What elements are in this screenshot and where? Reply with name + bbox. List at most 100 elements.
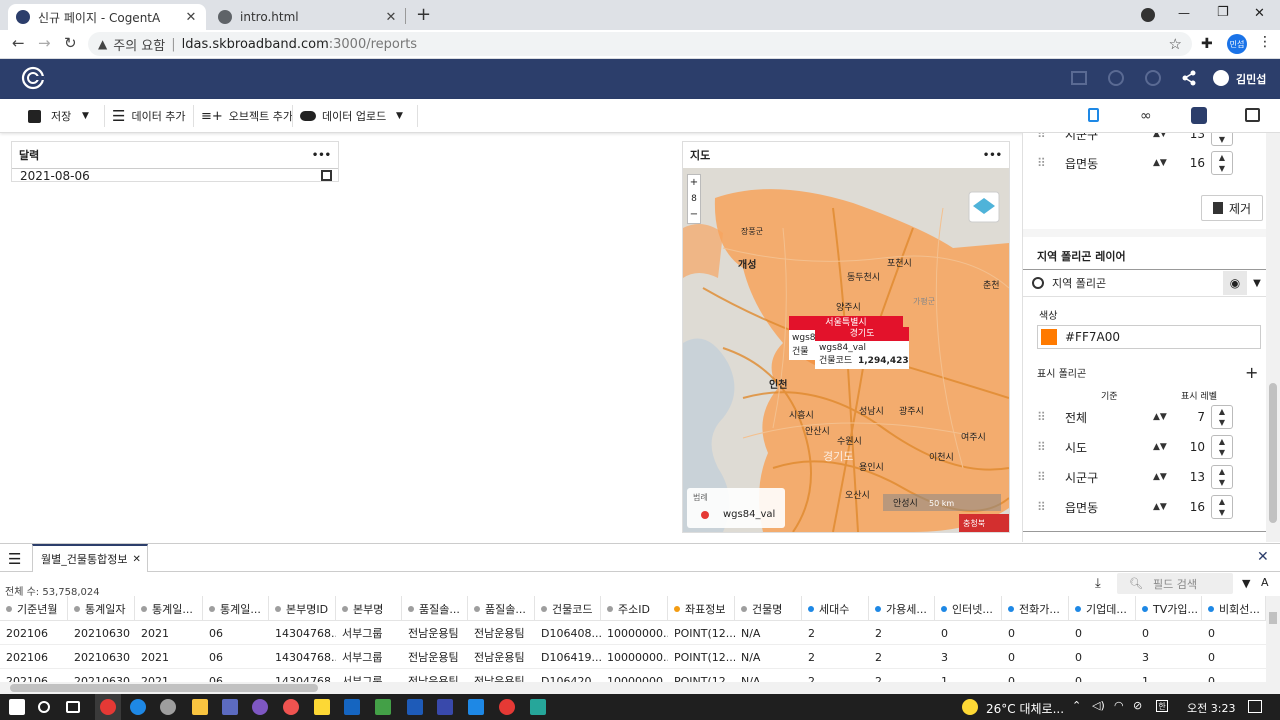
color-swatch[interactable] bbox=[1041, 329, 1057, 345]
app-icon[interactable] bbox=[499, 699, 515, 715]
grid-vertical-scrollbar[interactable] bbox=[1266, 596, 1280, 694]
tab-building-info[interactable]: 월별_건물통합정보 ✕ bbox=[32, 544, 148, 572]
date-input[interactable]: 2021-08-06 bbox=[12, 168, 338, 183]
save-dropdown-chevron-icon[interactable]: ▼ bbox=[82, 99, 89, 133]
app-icon[interactable] bbox=[252, 699, 268, 715]
drag-handle-icon[interactable]: ⠿ bbox=[1037, 500, 1057, 514]
drag-handle-icon[interactable]: ⠿ bbox=[1037, 156, 1057, 170]
hamburger-menu-icon[interactable]: ☰ bbox=[8, 550, 21, 568]
upload-dropdown-chevron-icon[interactable]: ▼ bbox=[396, 99, 403, 133]
maximize-button[interactable]: ❐ bbox=[1217, 5, 1229, 20]
grid-horizontal-scrollbar[interactable] bbox=[0, 682, 1266, 694]
save-button[interactable]: 저장 bbox=[28, 99, 71, 133]
vscode-icon[interactable] bbox=[468, 699, 484, 715]
drag-handle-icon[interactable]: ⠿ bbox=[1037, 440, 1057, 454]
level-stepper[interactable]: ▲▼ bbox=[1211, 405, 1233, 429]
column-header[interactable]: 주소ID bbox=[601, 596, 668, 621]
table-row[interactable]: 2021062021063020210614304768...서부그룹전남운용팀… bbox=[0, 621, 1266, 645]
level-stepper[interactable]: ▲▼ bbox=[1211, 435, 1233, 459]
filter-icon[interactable]: ▼ bbox=[1242, 577, 1250, 590]
network-icon[interactable]: ⊘ bbox=[1133, 699, 1142, 712]
column-header[interactable]: 기준년월 bbox=[0, 596, 68, 621]
column-header[interactable]: 본부명ID bbox=[269, 596, 336, 621]
forward-arrow-icon[interactable]: → bbox=[38, 34, 51, 52]
browser-tab-intro[interactable]: intro.html ✕ bbox=[210, 4, 406, 30]
sort-icon[interactable]: ▲▼ bbox=[1153, 412, 1183, 422]
column-header[interactable]: 건물명 bbox=[735, 596, 802, 621]
lock-icon[interactable] bbox=[1088, 108, 1099, 122]
add-object-button[interactable]: ≡+ 오브젝트 추가 bbox=[201, 99, 293, 133]
column-header[interactable]: 전화가... bbox=[1002, 596, 1069, 621]
browser-menu-icon[interactable]: ⋮ bbox=[1258, 34, 1272, 50]
volume-icon[interactable]: ◁) bbox=[1092, 699, 1105, 712]
layer-header[interactable]: 지역 폴리곤 ◉ ▼ bbox=[1023, 269, 1266, 297]
column-header[interactable]: 통계일... bbox=[203, 596, 269, 621]
new-tab-button[interactable]: + bbox=[416, 4, 431, 25]
sort-icon[interactable]: ▲▼ bbox=[1153, 472, 1183, 482]
widget-menu-icon[interactable]: ••• bbox=[312, 150, 331, 161]
app-icon[interactable] bbox=[222, 699, 238, 715]
sort-icon[interactable]: ▲▼ bbox=[1153, 133, 1183, 139]
remove-button[interactable]: 제거 bbox=[1201, 195, 1263, 221]
ime-icon[interactable]: 한 bbox=[1156, 700, 1168, 712]
level-row[interactable]: ⠿ 시군구 ▲▼ 13 ▲▼ bbox=[1037, 462, 1233, 492]
panel-close-button[interactable]: ✕ bbox=[1257, 549, 1269, 565]
tab-search-icon[interactable] bbox=[1141, 8, 1155, 22]
zoom-in-button[interactable]: + bbox=[688, 175, 700, 191]
column-header[interactable]: 본부명 bbox=[336, 596, 402, 621]
tab-close-icon[interactable]: ✕ bbox=[384, 10, 398, 25]
widget-menu-icon[interactable]: ••• bbox=[983, 150, 1002, 161]
sort-icon[interactable]: ▲▼ bbox=[1153, 502, 1183, 512]
level-row[interactable]: ⠿ 시군구 ▲▼ 13 ▲▼ bbox=[1037, 133, 1233, 149]
column-header[interactable]: 품질솔... bbox=[402, 596, 468, 621]
level-row[interactable]: ⠿ 읍면동 ▲▼ 16 ▲ ▼ bbox=[1037, 148, 1233, 178]
zoom-out-button[interactable]: − bbox=[688, 207, 700, 223]
right-panel-scrollbar[interactable] bbox=[1266, 133, 1280, 542]
window-close-button[interactable]: ✕ bbox=[1254, 6, 1265, 21]
chevron-down-icon[interactable]: ▼ bbox=[1247, 278, 1266, 289]
url-omnibox[interactable]: ▲ 주의 요함 | ldas.skbroadband.com :3000/rep… bbox=[88, 32, 1192, 56]
tab-close-icon[interactable]: ✕ bbox=[132, 554, 140, 565]
database-icon[interactable] bbox=[1191, 107, 1207, 124]
table-row[interactable]: 2021062021063020210614304768...서부그룹전남운용팀… bbox=[0, 645, 1266, 669]
app-icon[interactable] bbox=[283, 699, 299, 715]
browser-tab-cogenta[interactable]: 신규 페이지 - CogentA ✕ bbox=[8, 4, 206, 30]
column-header[interactable]: 통계일... bbox=[135, 596, 203, 621]
search-icon[interactable] bbox=[38, 701, 50, 713]
profile-avatar[interactable]: 민섭 bbox=[1227, 34, 1247, 54]
drag-handle-icon[interactable]: ⠿ bbox=[1037, 410, 1057, 424]
column-header[interactable]: 기업데... bbox=[1069, 596, 1136, 621]
map-canvas[interactable]: + 8 − 장풍군 개성 동두천시 포천시 양주시 춘천 인천 시흥시 안산시 … bbox=[683, 168, 1009, 532]
settings-gear-icon[interactable] bbox=[160, 699, 176, 715]
drag-handle-icon[interactable]: ⠿ bbox=[1037, 133, 1057, 141]
calendar-icon[interactable] bbox=[321, 170, 332, 181]
file-explorer-icon[interactable] bbox=[192, 699, 208, 715]
extensions-icon[interactable]: ✚ bbox=[1201, 36, 1213, 52]
user-name[interactable]: 김민섭 bbox=[1236, 71, 1266, 87]
cogenta-logo-icon[interactable] bbox=[21, 66, 45, 90]
level-stepper[interactable]: ▲▼ bbox=[1211, 495, 1233, 519]
level-row[interactable]: ⠿ 시도 ▲▼ 10 ▲ ▼ bbox=[1037, 432, 1233, 462]
word-icon[interactable] bbox=[407, 699, 423, 715]
level-row[interactable]: ⠿ 전체 ▲▼ 7 ▲ ▼ bbox=[1037, 402, 1233, 432]
wifi-icon[interactable]: ◠ bbox=[1114, 699, 1124, 712]
column-header[interactable]: 세대수 bbox=[802, 596, 869, 621]
scrollbar-thumb[interactable] bbox=[1269, 383, 1277, 523]
link-icon[interactable]: ∞ bbox=[1140, 108, 1152, 124]
back-arrow-icon[interactable]: ← bbox=[12, 34, 25, 52]
column-header[interactable]: 가용세... bbox=[869, 596, 935, 621]
column-header[interactable]: 건물코드 bbox=[535, 596, 601, 621]
download-icon[interactable]: ⤓ bbox=[1095, 576, 1101, 591]
exit-panel-icon[interactable] bbox=[1245, 108, 1260, 122]
add-level-button[interactable]: + bbox=[1245, 363, 1258, 382]
scrollbar-thumb[interactable] bbox=[10, 684, 318, 692]
add-data-button[interactable]: ☰ 데이터 추가 bbox=[112, 99, 186, 133]
app-icon[interactable] bbox=[437, 699, 453, 715]
clock[interactable]: 오전 3:23 bbox=[1187, 700, 1235, 716]
app-icon[interactable] bbox=[375, 699, 391, 715]
powershell-icon[interactable] bbox=[344, 699, 360, 715]
windows-start-icon[interactable] bbox=[9, 699, 25, 715]
reload-icon[interactable]: ↻ bbox=[64, 34, 77, 52]
level-stepper[interactable]: ▲▼ bbox=[1211, 465, 1233, 489]
sort-icon[interactable]: ▲▼ bbox=[1153, 442, 1183, 452]
